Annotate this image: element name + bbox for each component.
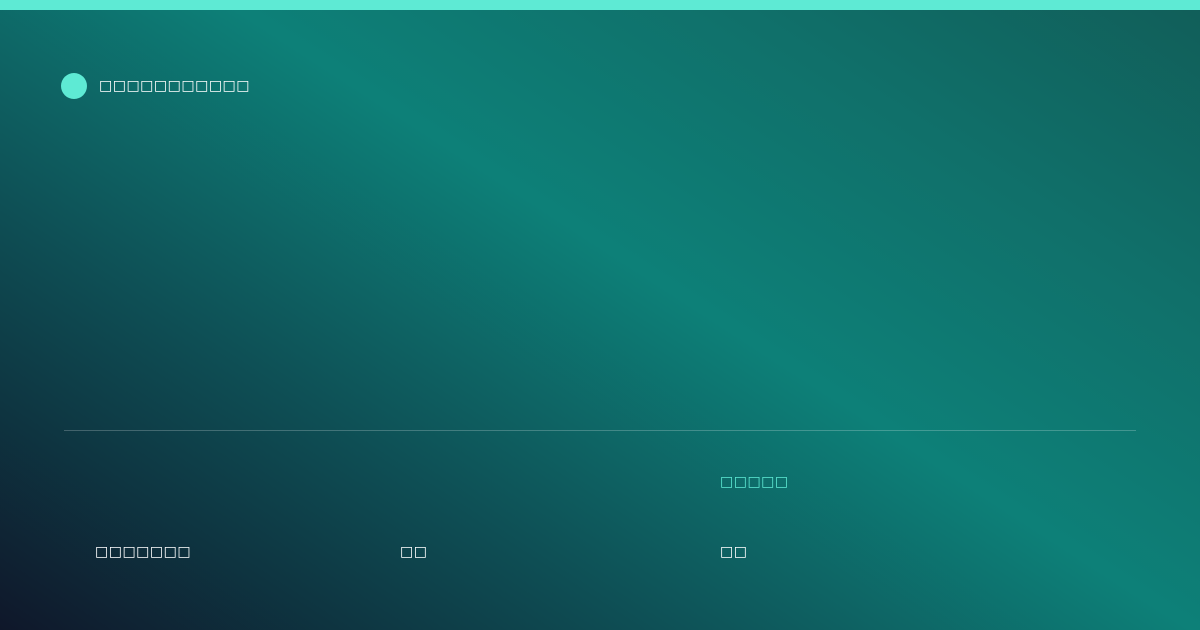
brand: □□□□□□□□□□□: [61, 73, 250, 99]
brand-name: □□□□□□□□□□□: [99, 78, 251, 94]
divider: [64, 430, 1136, 431]
footer-value-1: □□□□□□□: [95, 544, 192, 560]
top-accent-bar: [0, 0, 1200, 10]
footer-value-2: □□: [400, 544, 428, 560]
footer-label: □□□□□: [720, 474, 789, 490]
footer-value-3: □□: [720, 544, 748, 560]
circle-dot-icon: [61, 73, 87, 99]
